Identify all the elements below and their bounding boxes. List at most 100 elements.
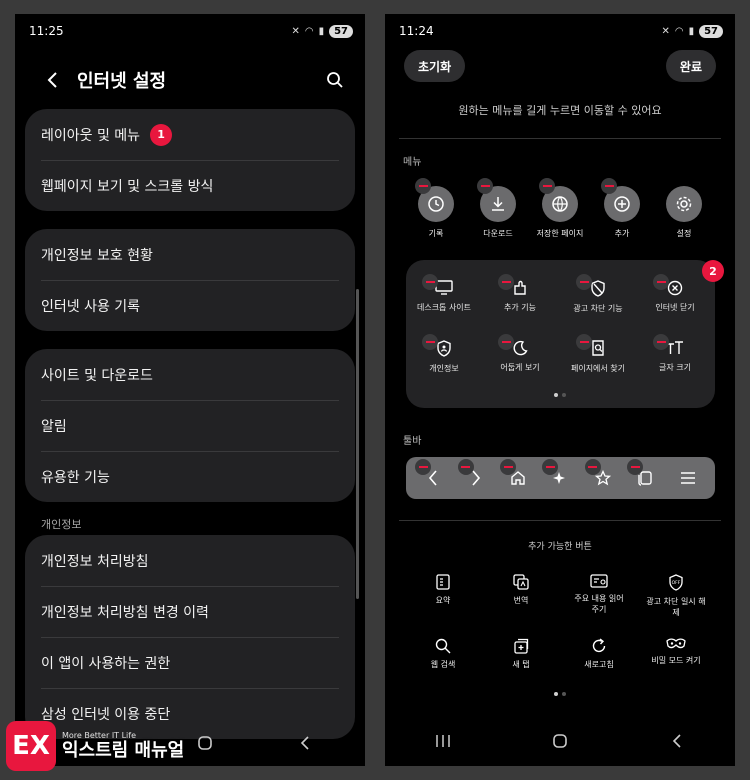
menu-item-settings[interactable]: 설정: [653, 186, 715, 239]
remove-icon[interactable]: [457, 459, 474, 475]
mute-icon: ✕: [661, 25, 670, 37]
saved-page-icon: [552, 196, 568, 212]
toolbar-item-ai[interactable]: [542, 459, 576, 494]
toolbar-item-bookmarks[interactable]: [584, 459, 619, 494]
settings-row-privacy-policy[interactable]: 개인정보 처리방침: [25, 535, 355, 586]
addon-icon: [514, 280, 526, 295]
scrollbar[interactable]: [356, 289, 359, 599]
menu-item-history[interactable]: 기록: [405, 178, 467, 239]
toolbar-item-back[interactable]: [415, 459, 449, 494]
available-item-new-tab[interactable]: 새 탭: [482, 638, 560, 671]
remove-icon[interactable]: [653, 334, 669, 350]
settings-row-privacy-status[interactable]: 개인정보 보호 현황: [25, 229, 355, 280]
settings-row-notifications[interactable]: 알림: [25, 400, 355, 451]
reset-button[interactable]: 초기화: [404, 50, 466, 82]
toolbar-item-tabs[interactable]: [627, 459, 661, 494]
svg-text:OFF: OFF: [672, 580, 681, 586]
settings-row-history[interactable]: 인터넷 사용 기록: [25, 280, 355, 331]
settings-row-policy-history[interactable]: 개인정보 처리방침 변경 이력: [25, 586, 355, 637]
download-icon: [492, 197, 504, 211]
nav-home-button[interactable]: [540, 721, 580, 761]
back-button[interactable]: [33, 60, 73, 100]
available-item-translate[interactable]: 번역: [482, 574, 560, 607]
nav-back-button[interactable]: [657, 721, 697, 761]
remove-icon[interactable]: [477, 178, 493, 194]
battery-badge: 57: [329, 24, 353, 38]
gear-icon: [676, 196, 692, 212]
ad-block-icon: [591, 280, 605, 297]
settings-row-permissions[interactable]: 이 앱이 사용하는 권한: [25, 637, 355, 688]
done-button[interactable]: 완료: [665, 50, 716, 82]
nav-recents-button[interactable]: [423, 721, 463, 761]
panel-item-find-in-page[interactable]: 페이지에서 찾기: [560, 334, 636, 374]
settings-card-policy: 개인정보 처리방침 개인정보 처리방침 변경 이력 이 앱이 사용하는 권한 삼…: [25, 535, 355, 739]
settings-row-layout-menu[interactable]: 레이아웃 및 메뉴 1: [25, 109, 355, 160]
remove-icon[interactable]: [584, 459, 601, 475]
available-item-secret-mode[interactable]: 비밀 모드 켜기: [637, 638, 715, 667]
toolbar-item-menu[interactable]: [672, 462, 704, 494]
toolbar-preview: [406, 457, 715, 499]
wifi-icon: ◠: [674, 25, 684, 37]
search-icon: [327, 72, 343, 88]
settings-row-sites-downloads[interactable]: 사이트 및 다운로드: [25, 349, 355, 400]
search-button[interactable]: [319, 64, 351, 96]
panel-item-dark-mode[interactable]: 어둡게 보기: [482, 334, 558, 373]
menu-items: 기록 다운로드 저장한 페이지 추가 설정: [405, 178, 715, 239]
remove-icon[interactable]: [576, 274, 592, 290]
layout-menu-editor-screen: 11:24 ✕ ◠ ▮ 57 초기화 완료 원하는 메뉴를 길게 누르면 이동할…: [385, 14, 735, 766]
available-item-summary[interactable]: 요약: [404, 574, 482, 607]
read-aloud-icon: [590, 574, 608, 588]
moon-icon: [513, 340, 528, 356]
remove-icon[interactable]: [601, 178, 617, 194]
remove-icon[interactable]: [539, 178, 555, 194]
forward-icon: [472, 470, 480, 486]
status-bar: 11:24 ✕ ◠ ▮ 57: [385, 14, 735, 48]
remove-icon[interactable]: [422, 334, 438, 350]
available-item-web-search[interactable]: 웹 검색: [404, 638, 482, 671]
panel-item-ad-block[interactable]: 광고 차단 기능: [560, 274, 636, 314]
available-item-read-aloud[interactable]: 주요 내용 읽어주기: [560, 574, 638, 616]
settings-card-privacy-history: 개인정보 보호 현황 인터넷 사용 기록: [25, 229, 355, 331]
nav-back-icon: [672, 734, 681, 748]
recents-icon: [436, 735, 451, 747]
search-icon: [435, 638, 451, 654]
toolbar-item-forward[interactable]: [457, 459, 492, 494]
hint-text: 원하는 메뉴를 길게 누르면 이동할 수 있어요: [458, 104, 662, 117]
toolbar-item-home[interactable]: [500, 459, 534, 494]
remove-icon[interactable]: [576, 334, 592, 350]
settings-row-webpage-view[interactable]: 웹페이지 보기 및 스크롤 방식: [25, 160, 355, 211]
remove-icon[interactable]: [653, 274, 669, 290]
home-pill-icon: [553, 734, 567, 748]
menu-item-saved-pages[interactable]: 저장한 페이지: [529, 178, 591, 239]
remove-icon[interactable]: [498, 334, 514, 350]
available-buttons-title: 추가 가능한 버튼: [528, 542, 592, 552]
privacy-shield-icon: [437, 340, 451, 357]
panel-item-add-ons[interactable]: 추가 기능: [482, 274, 558, 313]
remove-icon[interactable]: [415, 178, 431, 194]
available-item-refresh[interactable]: 새로고침: [560, 638, 638, 671]
step-badge: 2: [702, 260, 724, 282]
find-in-page-icon: [592, 340, 604, 356]
menu-item-add[interactable]: 추가: [591, 178, 653, 239]
panel-item-text-size[interactable]: 글자 크기: [637, 334, 713, 373]
available-item-ad-block-pause[interactable]: OFF 광고 차단 일시 해제: [637, 574, 715, 619]
remove-icon[interactable]: [500, 459, 517, 475]
remove-icon[interactable]: [498, 274, 514, 290]
remove-icon[interactable]: [422, 274, 438, 290]
menu-item-downloads[interactable]: 다운로드: [467, 178, 529, 239]
step-badge: 1: [150, 123, 173, 146]
settings-row-useful-features[interactable]: 유용한 기능: [25, 451, 355, 502]
secret-mode-icon: [666, 638, 686, 649]
divider: [399, 138, 721, 139]
mute-icon: ✕: [291, 25, 300, 37]
plus-circle-icon: [614, 196, 630, 212]
back-arrow-icon: [47, 72, 57, 88]
panel-item-privacy[interactable]: 개인정보: [406, 334, 482, 374]
panel-item-desktop-site[interactable]: 데스크톱 사이트: [406, 274, 482, 313]
nav-back-button[interactable]: [285, 723, 325, 763]
refresh-icon: [592, 638, 606, 653]
status-bar: 11:25 ✕ ◠ ▮ 57: [15, 14, 365, 48]
status-time: 11:25: [29, 24, 64, 38]
panel-item-close-internet[interactable]: 인터넷 닫기: [637, 274, 713, 313]
watermark-title: 익스트림 매뉴얼: [62, 739, 185, 761]
